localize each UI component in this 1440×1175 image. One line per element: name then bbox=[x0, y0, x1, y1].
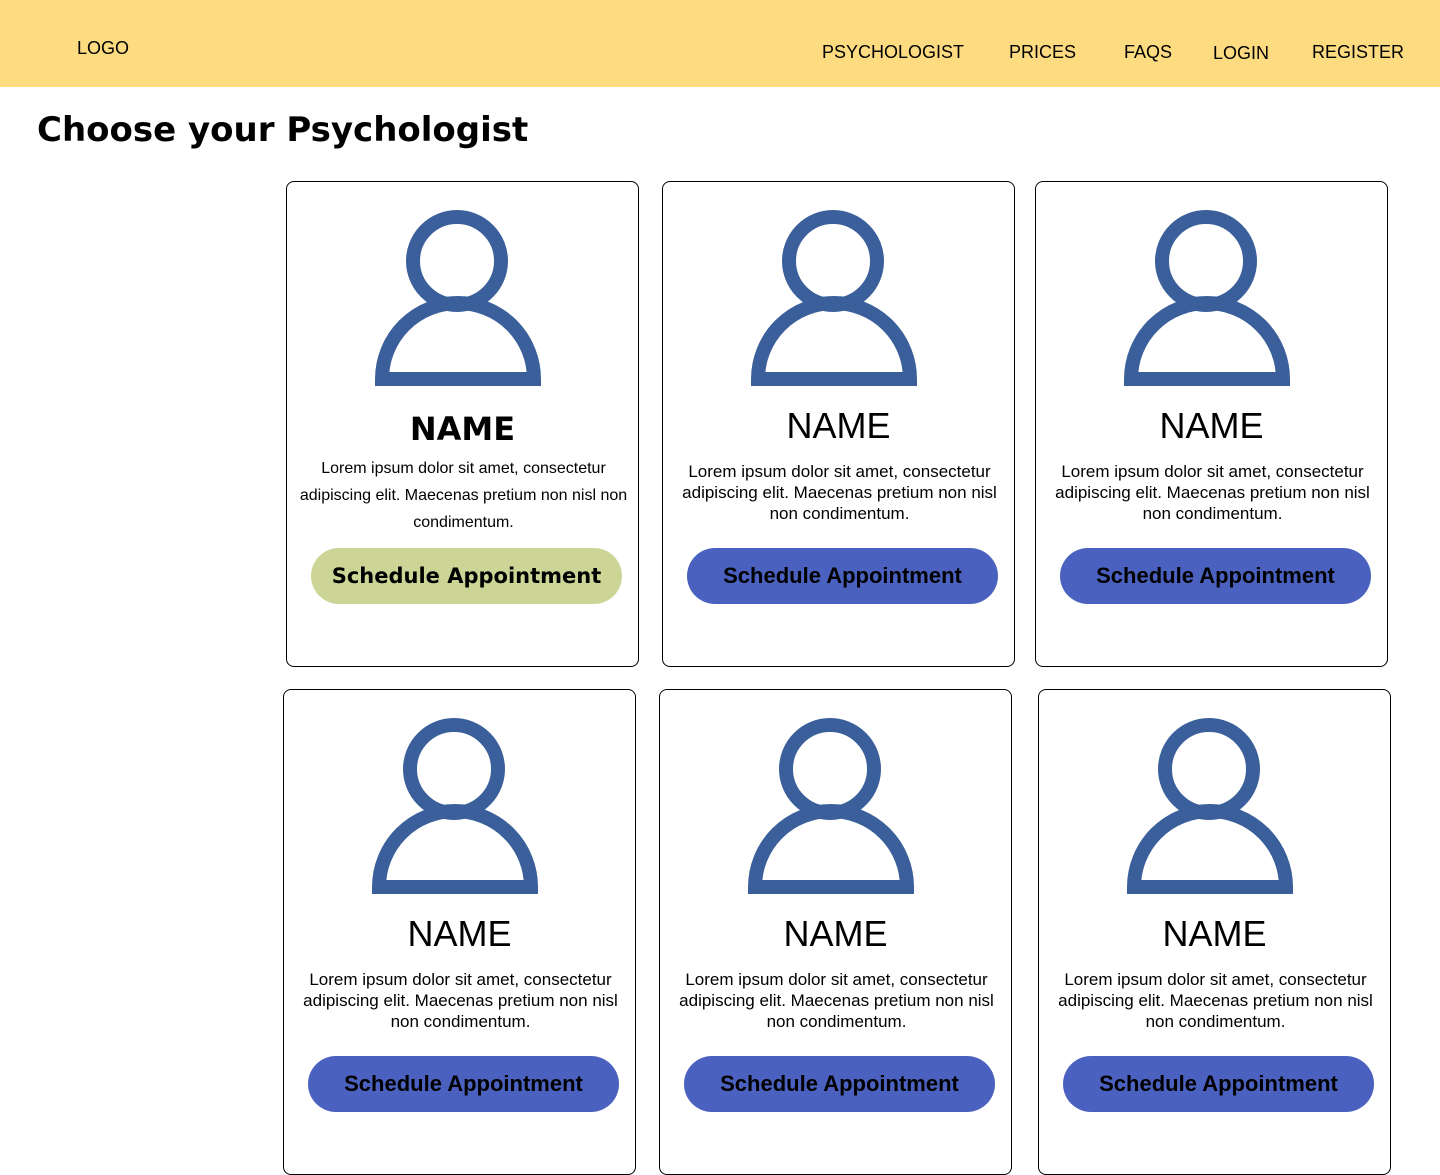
user-avatar-icon bbox=[751, 210, 918, 386]
user-avatar-icon bbox=[372, 718, 539, 894]
nav-register[interactable]: REGISTER bbox=[1312, 42, 1404, 63]
psychologist-name: NAME bbox=[1162, 913, 1267, 954]
user-avatar-icon bbox=[375, 210, 542, 386]
nav-prices[interactable]: PRICES bbox=[1009, 42, 1076, 63]
psychologist-name: NAME bbox=[409, 410, 516, 448]
schedule-appointment-button[interactable]: Schedule Appointment bbox=[684, 1056, 995, 1112]
psychologist-name: NAME bbox=[786, 405, 891, 446]
nav-faqs[interactable]: FAQS bbox=[1124, 42, 1172, 63]
nav-psychologist[interactable]: PSYCHOLOGIST bbox=[822, 42, 964, 63]
psychologist-name: NAME bbox=[783, 913, 888, 954]
psychologist-card: NAME Lorem ipsum dolor sit amet, consect… bbox=[283, 689, 636, 1175]
psychologist-card: NAME Lorem ipsum dolor sit amet, consect… bbox=[286, 181, 639, 667]
nav-login[interactable]: LOGIN bbox=[1213, 43, 1269, 64]
schedule-appointment-button[interactable]: Schedule Appointment bbox=[308, 1056, 619, 1112]
psychologist-description: Lorem ipsum dolor sit amet, consectetur … bbox=[303, 970, 618, 1031]
psychologist-card: NAME Lorem ipsum dolor sit amet, consect… bbox=[1038, 689, 1391, 1175]
schedule-appointment-button[interactable]: Schedule Appointment bbox=[1060, 548, 1371, 604]
psychologist-card: NAME Lorem ipsum dolor sit amet, consect… bbox=[662, 181, 1015, 667]
psychologist-description: Lorem ipsum dolor sit amet, consectetur … bbox=[679, 970, 994, 1031]
psychologist-description: Lorem ipsum dolor sit amet, consectetur … bbox=[299, 460, 628, 531]
top-navigation-bar: LOGO PSYCHOLOGIST PRICES FAQS LOGIN REGI… bbox=[0, 0, 1440, 87]
schedule-appointment-button[interactable]: Schedule Appointment bbox=[687, 548, 998, 604]
psychologist-card: NAME Lorem ipsum dolor sit amet, consect… bbox=[659, 689, 1012, 1175]
schedule-appointment-button[interactable]: Schedule Appointment bbox=[311, 548, 622, 604]
psychologist-description: Lorem ipsum dolor sit amet, consectetur … bbox=[1058, 970, 1373, 1031]
psychologist-card: NAME Lorem ipsum dolor sit amet, consect… bbox=[1035, 181, 1388, 667]
user-avatar-icon bbox=[1124, 210, 1291, 386]
user-avatar-icon bbox=[748, 718, 915, 894]
logo[interactable]: LOGO bbox=[77, 38, 129, 59]
schedule-appointment-button[interactable]: Schedule Appointment bbox=[1063, 1056, 1374, 1112]
user-avatar-icon bbox=[1127, 718, 1294, 894]
psychologist-name: NAME bbox=[1159, 405, 1264, 446]
psychologist-description: Lorem ipsum dolor sit amet, consectetur … bbox=[682, 462, 997, 523]
page-title: Choose your Psychologist bbox=[37, 110, 529, 150]
psychologist-description: Lorem ipsum dolor sit amet, consectetur … bbox=[1055, 462, 1370, 523]
psychologist-name: NAME bbox=[407, 913, 512, 954]
